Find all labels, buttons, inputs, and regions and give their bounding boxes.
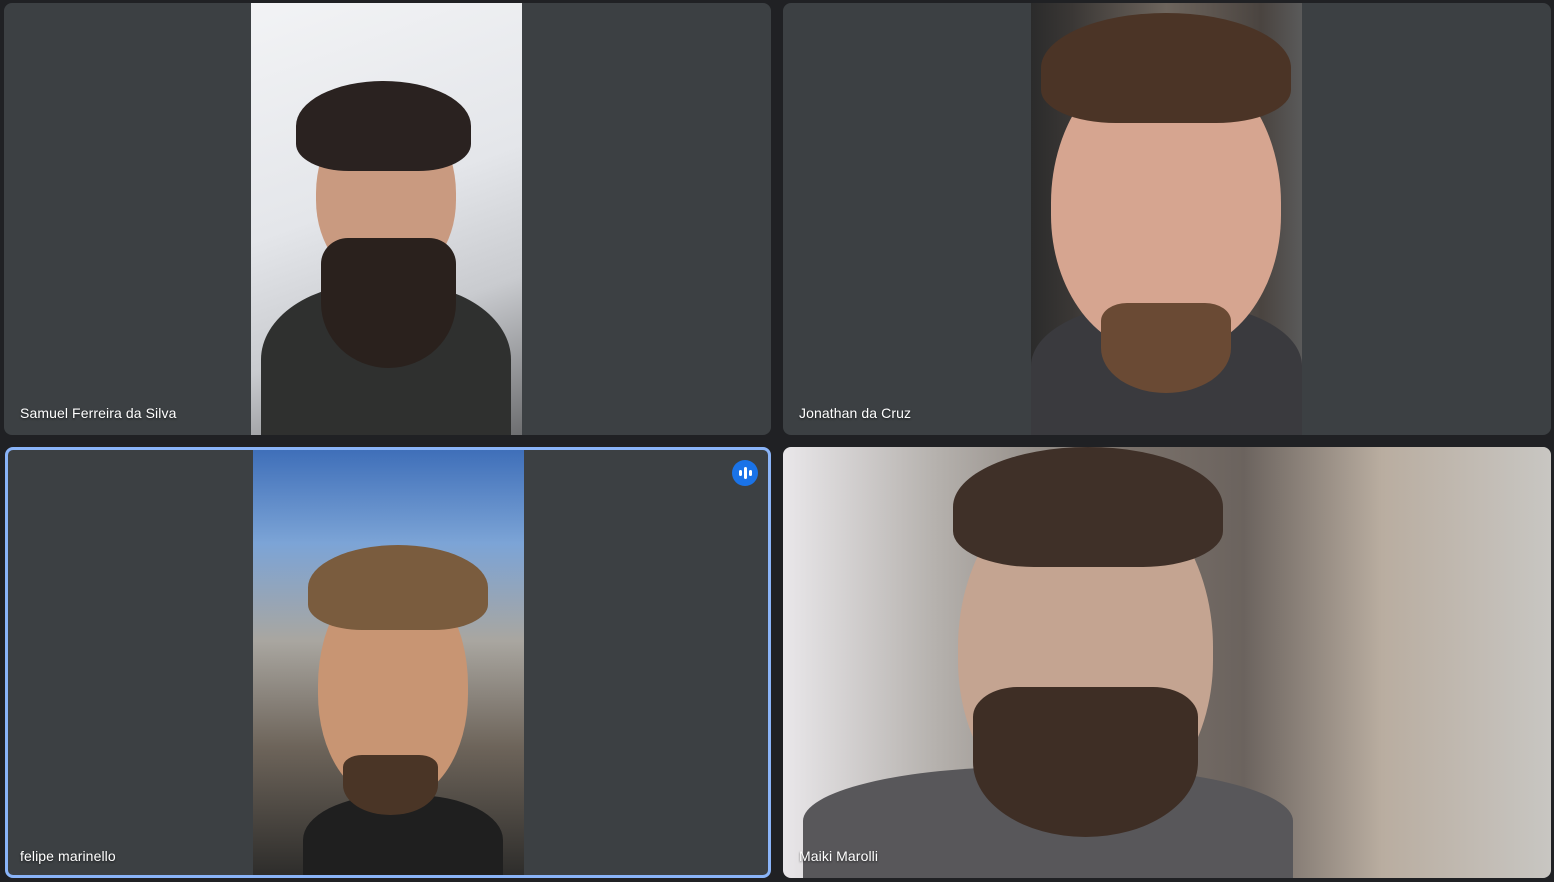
participant-video — [251, 3, 522, 435]
participant-video — [783, 447, 1551, 878]
participant-tile[interactable]: Samuel Ferreira da Silva — [4, 3, 771, 435]
participant-name: Samuel Ferreira da Silva — [20, 405, 177, 421]
participant-video — [1031, 3, 1302, 435]
participant-name: felipe marinello — [20, 848, 116, 864]
participant-grid: Samuel Ferreira da Silva Jonathan da Cru… — [0, 0, 1554, 882]
participant-video — [253, 450, 524, 875]
participant-tile-active[interactable]: felipe marinello — [5, 447, 771, 878]
participant-tile[interactable]: Jonathan da Cruz — [783, 3, 1551, 435]
audio-level-icon — [732, 460, 758, 486]
participant-tile[interactable]: Maiki Marolli — [783, 447, 1551, 878]
participant-name: Maiki Marolli — [799, 848, 879, 864]
participant-name: Jonathan da Cruz — [799, 405, 912, 421]
